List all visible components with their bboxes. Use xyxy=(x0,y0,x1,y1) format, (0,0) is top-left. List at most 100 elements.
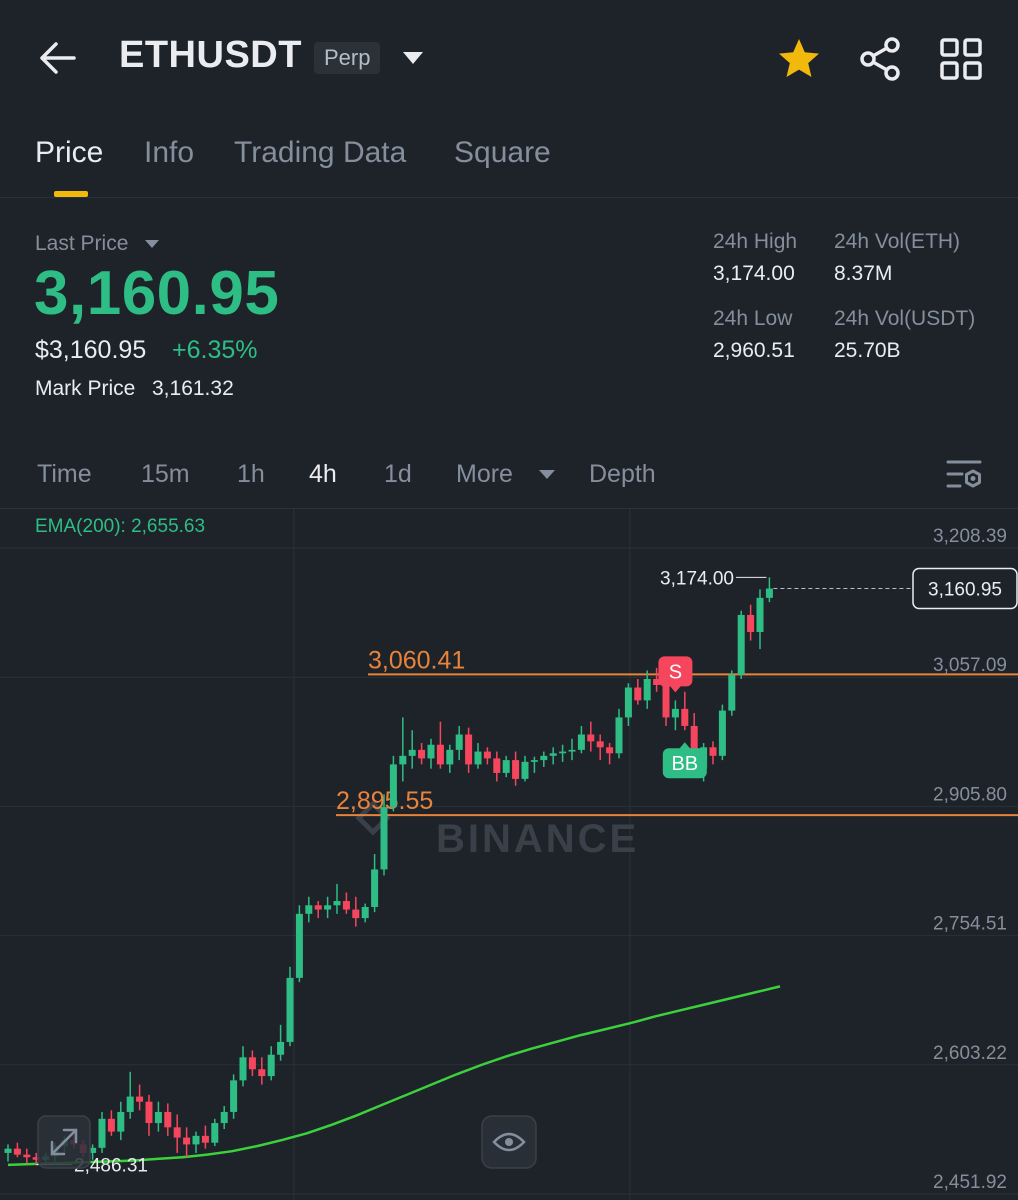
candle-down xyxy=(634,678,642,705)
candle-up xyxy=(305,896,313,923)
candle-body xyxy=(277,1041,285,1055)
candle-up xyxy=(568,738,576,761)
candle-body xyxy=(4,1148,12,1153)
interval-depth[interactable]: Depth xyxy=(589,460,656,489)
mark-price-value: 3,161.32 xyxy=(152,377,234,400)
candle-down xyxy=(164,1103,172,1136)
binance-watermark: BINANCE xyxy=(436,817,639,861)
candle-body xyxy=(211,1123,219,1143)
interval-4h[interactable]: 4h xyxy=(309,460,337,489)
candle-up xyxy=(718,704,726,761)
candle-body xyxy=(145,1101,153,1124)
candle-up xyxy=(446,744,454,773)
candle-down xyxy=(13,1142,21,1158)
candle-body xyxy=(540,755,548,761)
candle-body xyxy=(98,1118,106,1148)
candle-body xyxy=(418,749,426,759)
candle-up xyxy=(427,738,435,769)
interval-more[interactable]: More xyxy=(456,460,513,489)
candle-up xyxy=(239,1046,247,1087)
chart-settings-icon[interactable] xyxy=(944,456,986,494)
candle-body xyxy=(258,1069,266,1077)
candle-body xyxy=(427,744,435,759)
candle-up xyxy=(521,755,529,782)
mark-price-label: Mark Price xyxy=(35,377,136,400)
candle-body xyxy=(765,588,773,598)
candle-body xyxy=(455,734,463,750)
candle-body xyxy=(286,977,294,1042)
arrow-left-icon[interactable] xyxy=(34,36,82,80)
candle-body xyxy=(587,734,595,742)
candle-up xyxy=(399,717,407,782)
candle-down xyxy=(596,734,604,761)
candle-up xyxy=(530,756,538,773)
candle-body xyxy=(23,1154,31,1158)
candle-down xyxy=(145,1094,153,1136)
last-price-label[interactable]: Last Price xyxy=(35,232,128,256)
candle-down xyxy=(314,901,322,919)
signal-badge-pointer xyxy=(669,685,682,693)
candle-body xyxy=(493,758,501,773)
star-icon[interactable] xyxy=(776,36,822,82)
candle-down xyxy=(493,751,501,782)
tab-square[interactable]: Square xyxy=(454,136,551,170)
y-tick-label: 2,754.51 xyxy=(933,914,1007,935)
candle-up xyxy=(230,1074,238,1119)
grid-icon[interactable] xyxy=(938,36,984,82)
ema-line xyxy=(7,985,781,1167)
candle-up xyxy=(643,670,651,709)
candle-body xyxy=(107,1118,115,1132)
tab-price[interactable]: Price xyxy=(35,136,103,170)
low-24h-value: 2,960.51 xyxy=(713,339,795,362)
candle-body xyxy=(643,678,651,701)
candle-up xyxy=(126,1071,134,1119)
interval-1d[interactable]: 1d xyxy=(384,460,412,489)
vol-usdt-24h-value: 25.70B xyxy=(834,339,901,362)
candle-body xyxy=(549,753,557,756)
candle-up xyxy=(389,755,397,812)
candle-up xyxy=(728,670,736,716)
candle-body xyxy=(342,901,350,910)
candle-body xyxy=(521,761,529,779)
share-icon[interactable] xyxy=(856,36,904,82)
candle-body xyxy=(389,764,397,808)
tab-info[interactable]: Info xyxy=(144,136,194,170)
y-tick-label: 3,057.09 xyxy=(933,655,1007,676)
tab-trading-data[interactable]: Trading Data xyxy=(234,136,406,170)
candle-body xyxy=(305,905,313,914)
candle-down xyxy=(248,1050,256,1077)
candle-up xyxy=(455,725,463,761)
candle-up xyxy=(559,744,567,762)
interval-15m[interactable]: 15m xyxy=(141,460,190,489)
candle-down xyxy=(681,691,689,731)
symbol-title[interactable]: ETHUSDT xyxy=(119,34,302,77)
chart-markers: 3,174.002,486.313,160.95SBB xyxy=(36,567,1018,1177)
candle-up xyxy=(624,683,632,726)
caret-down-icon[interactable] xyxy=(400,48,426,68)
main-tabs: Price Info Trading Data Square xyxy=(0,118,1018,198)
candle-up xyxy=(220,1105,228,1130)
signal-badge-pointer xyxy=(678,742,691,750)
candle-body xyxy=(201,1135,209,1143)
candlestick-chart[interactable]: BINANCE 3,060.412,895.55 3,208.393,057.0… xyxy=(0,509,1018,1200)
candle-body xyxy=(728,674,736,711)
candle-up xyxy=(277,1024,285,1061)
candle-body xyxy=(380,807,388,870)
candle-up xyxy=(756,589,764,650)
interval-time[interactable]: Time xyxy=(37,460,92,489)
candle-body xyxy=(267,1054,275,1077)
interval-1h[interactable]: 1h xyxy=(237,460,265,489)
candle-body xyxy=(154,1111,162,1124)
candle-body xyxy=(230,1080,238,1112)
caret-down-icon[interactable] xyxy=(144,238,160,250)
vol-usdt-24h-label: 24h Vol(USDT) xyxy=(834,307,976,330)
eye-icon[interactable] xyxy=(481,1115,537,1169)
vol-eth-24h-value: 8.37M xyxy=(834,262,893,285)
candle-up xyxy=(502,755,510,778)
candle-body xyxy=(634,687,642,701)
candle-body xyxy=(483,751,491,759)
candle-up xyxy=(117,1101,125,1141)
expand-icon[interactable] xyxy=(37,1115,91,1169)
candle-down xyxy=(709,741,717,765)
caret-down-icon[interactable] xyxy=(538,468,556,481)
